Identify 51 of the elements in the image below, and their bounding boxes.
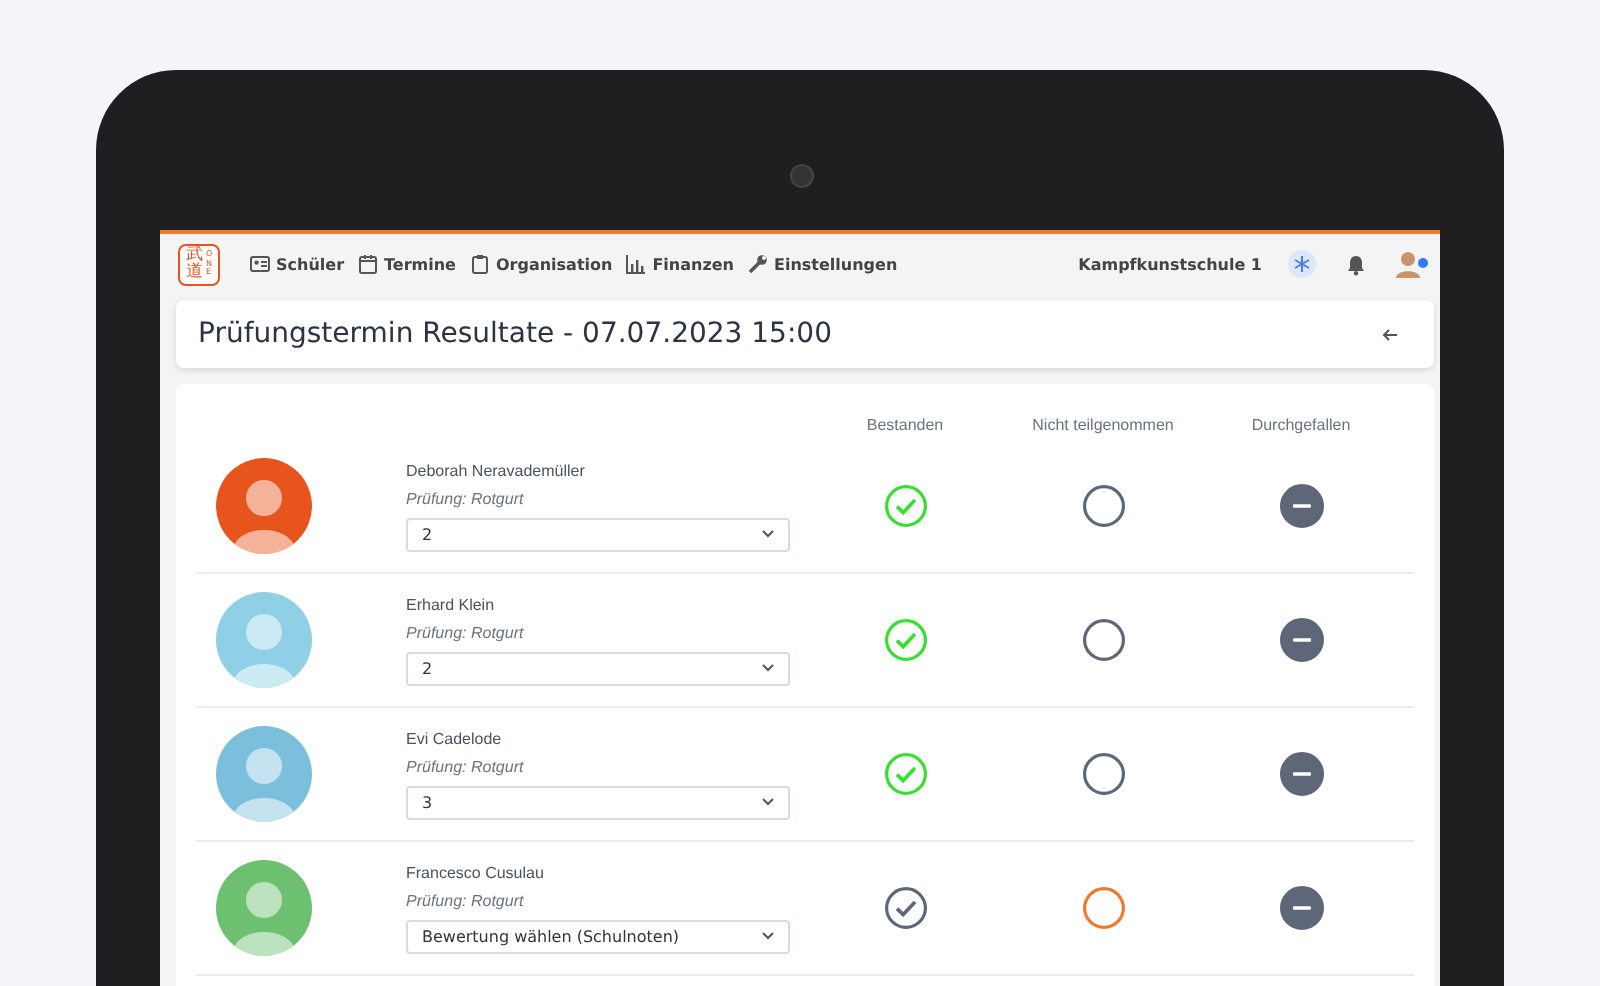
avatar-placeholder (216, 458, 312, 554)
circle-icon[interactable] (1081, 618, 1125, 662)
minus-circle-icon[interactable] (1279, 618, 1323, 662)
check-circle-icon[interactable] (883, 752, 927, 796)
bar-chart-icon (626, 254, 647, 274)
chevron-down-icon (762, 932, 774, 940)
avatar-placeholder (216, 860, 312, 956)
check-circle-icon[interactable] (883, 618, 927, 662)
snowflake-icon[interactable] (1288, 250, 1316, 278)
grade-dropdown[interactable]: 3 (406, 785, 790, 819)
student-name: Deborah Neravademüller (406, 461, 587, 479)
student-name: Evi Cadelode (406, 729, 504, 747)
grade-dropdown[interactable]: 2 (406, 651, 790, 685)
id-card-icon (250, 254, 270, 274)
nav-link[interactable]: Schüler (250, 254, 345, 274)
chevron-down-icon (762, 530, 774, 538)
circle-icon[interactable] (1081, 886, 1125, 930)
wrench-icon (748, 254, 768, 274)
column-header: Nicht teilgenommen (1030, 416, 1176, 434)
check-circle-icon[interactable] (883, 484, 927, 528)
exam-label: Prüfung: Rotgurt (406, 623, 526, 641)
camera-icon (790, 164, 814, 188)
grade-dropdown[interactable]: 2 (406, 517, 790, 551)
grade-dropdown[interactable]: Bewertung wählen (Schulnoten) (406, 919, 790, 953)
calendar-icon (358, 254, 379, 274)
page-title: Prüfungstermin Resultate - 07.07.2023 15:00 (198, 318, 834, 350)
bell-icon[interactable] (1346, 253, 1366, 275)
exam-label: Prüfung: Rotgurt (406, 891, 526, 909)
school-name[interactable]: Kampfkunstschule 1 (1078, 255, 1262, 273)
nav-link[interactable]: Termine (358, 254, 456, 274)
circle-icon[interactable] (1081, 752, 1125, 796)
arrow-left-icon (1382, 327, 1398, 341)
avatar-placeholder (216, 592, 312, 688)
column-header: Durchgefallen (1249, 416, 1353, 434)
clipboard-icon (469, 254, 490, 274)
student-name: Francesco Cusulau (406, 863, 546, 881)
nav-link[interactable]: Finanzen (626, 254, 734, 274)
check-circle-icon[interactable] (883, 886, 927, 930)
nav-link[interactable]: Organisation (469, 254, 613, 274)
chevron-down-icon (762, 664, 774, 672)
student-name: Erhard Klein (406, 595, 497, 613)
avatar-placeholder (216, 726, 312, 822)
chevron-down-icon (762, 798, 774, 806)
exam-label: Prüfung: Rotgurt (406, 489, 526, 507)
circle-icon[interactable] (1081, 484, 1125, 528)
minus-circle-icon[interactable] (1279, 484, 1323, 528)
nav-link[interactable]: Einstellungen (748, 254, 898, 274)
minus-circle-icon[interactable] (1279, 886, 1323, 930)
exam-label: Prüfung: Rotgurt (406, 757, 526, 775)
minus-circle-icon[interactable] (1279, 752, 1323, 796)
column-header: Bestanden (864, 416, 946, 434)
